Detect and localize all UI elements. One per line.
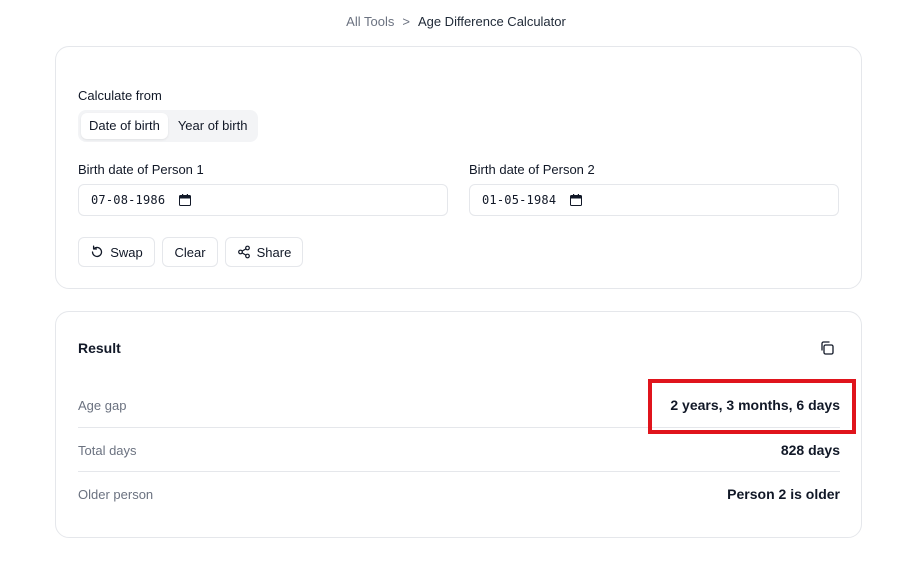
calculate-from-label: Calculate from bbox=[78, 88, 162, 103]
result-row-total-days: Total days 828 days bbox=[78, 428, 840, 472]
breadcrumb-current: Age Difference Calculator bbox=[417, 14, 566, 29]
older-person-value: Person 2 is older bbox=[727, 486, 840, 502]
breadcrumb: All Tools > Age Difference Calculator bbox=[0, 14, 912, 29]
person2-date-input[interactable]: 01-05-1984 bbox=[469, 184, 839, 216]
result-card: Result Age gap 2 years, 3 months, 6 days… bbox=[55, 311, 862, 538]
result-row-older-person: Older person Person 2 is older bbox=[78, 472, 840, 516]
person2-date-value: 01-05-1984 bbox=[482, 193, 557, 207]
mode-toggle: Date of birth Year of birth bbox=[78, 110, 259, 142]
swap-label: Swap bbox=[110, 244, 143, 260]
mode-date-of-birth[interactable]: Date of birth bbox=[81, 113, 168, 139]
person1-label: Birth date of Person 1 bbox=[78, 162, 204, 177]
total-days-value: 828 days bbox=[780, 442, 840, 458]
share-button[interactable]: Share bbox=[225, 237, 303, 267]
person2-label: Birth date of Person 2 bbox=[469, 162, 595, 177]
rotate-icon bbox=[92, 245, 103, 258]
result-title: Result bbox=[78, 340, 121, 356]
share-label: Share bbox=[256, 244, 292, 260]
person1-date-value: 07-08-1986 bbox=[91, 193, 166, 207]
breadcrumb-link-all-tools[interactable]: All Tools bbox=[346, 14, 394, 29]
clear-button[interactable]: Clear bbox=[162, 237, 218, 267]
calendar-icon[interactable] bbox=[570, 194, 583, 206]
older-person-label: Older person bbox=[78, 486, 154, 502]
mode-year-of-birth[interactable]: Year of birth bbox=[170, 113, 256, 139]
age-gap-label: Age gap bbox=[78, 397, 127, 413]
swap-button[interactable]: Swap bbox=[78, 237, 155, 267]
calculator-card: Calculate from Date of birth Year of bir… bbox=[55, 46, 862, 289]
calendar-icon[interactable] bbox=[179, 194, 192, 206]
total-days-label: Total days bbox=[78, 442, 137, 458]
person1-date-input[interactable]: 07-08-1986 bbox=[78, 184, 448, 216]
age-gap-value: 2 years, 3 months, 6 days bbox=[670, 397, 840, 413]
result-row-age-gap: Age gap 2 years, 3 months, 6 days bbox=[78, 383, 840, 427]
breadcrumb-separator: > bbox=[402, 14, 410, 29]
copy-icon[interactable] bbox=[819, 340, 835, 356]
clear-label: Clear bbox=[174, 244, 206, 260]
share-icon bbox=[237, 245, 250, 259]
